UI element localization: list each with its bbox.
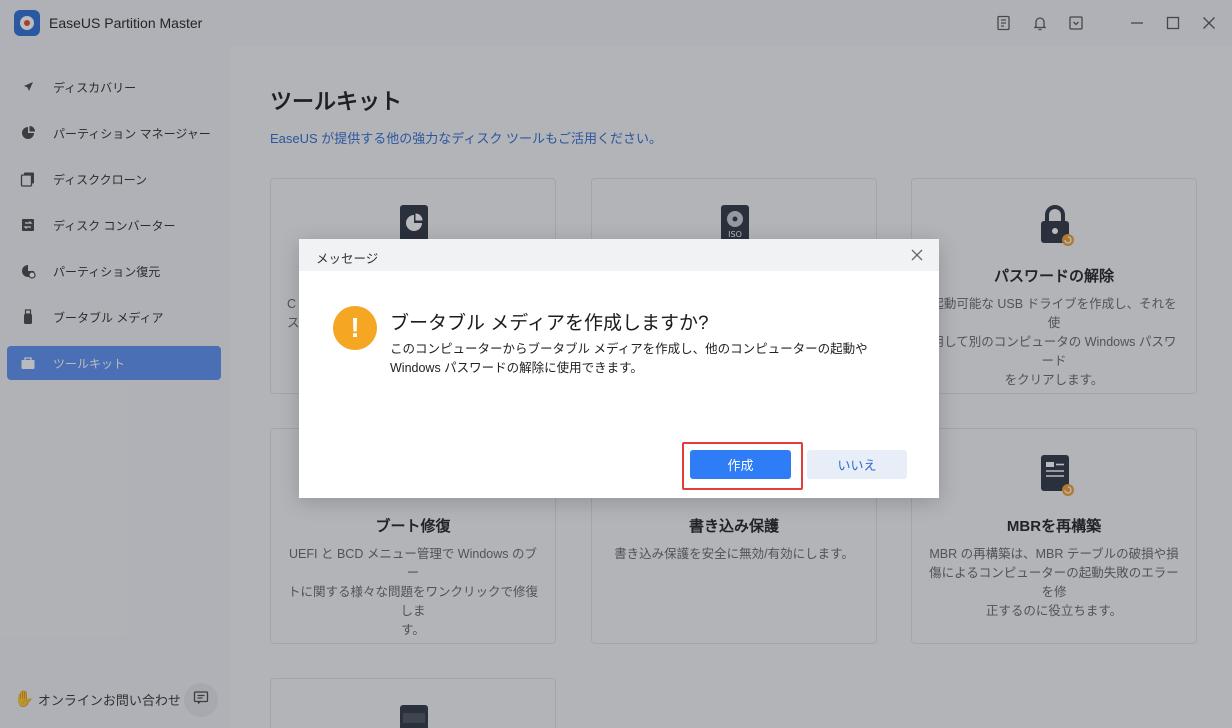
- dialog-body: このコンピューターからブータブル メディアを作成し、他のコンピューターの起動や …: [390, 342, 868, 375]
- create-button[interactable]: 作成: [690, 450, 791, 479]
- dialog-title: メッセージ: [316, 252, 379, 266]
- dialog-heading: ブータブル メディアを作成しますか?: [390, 313, 709, 334]
- warning-icon: !: [333, 306, 377, 350]
- close-icon[interactable]: [909, 247, 925, 263]
- message-dialog: メッセージ ! ブータブル メディアを作成しますか? このコンピューターからブー…: [299, 239, 939, 498]
- no-button[interactable]: いいえ: [807, 450, 907, 479]
- dialog-header: メッセージ: [299, 239, 939, 271]
